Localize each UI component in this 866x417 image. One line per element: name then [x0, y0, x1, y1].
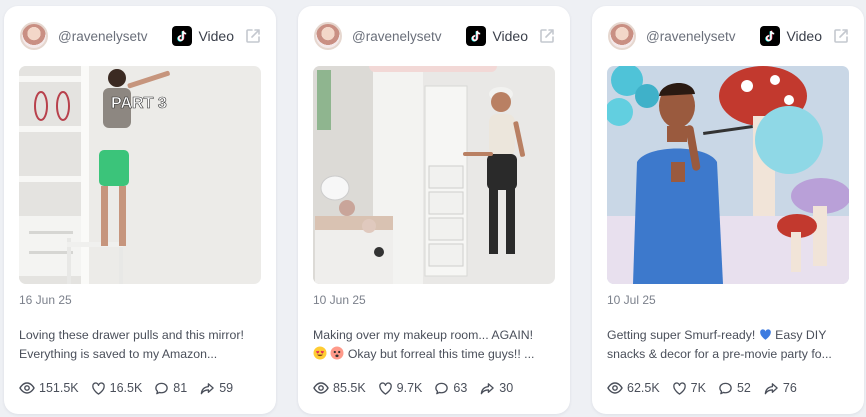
- external-link-icon[interactable]: [244, 27, 262, 45]
- tiktok-icon: [172, 26, 193, 46]
- card-header: @ravenelysetv Video: [20, 20, 262, 52]
- video-thumbnail[interactable]: [313, 66, 555, 284]
- avatar[interactable]: [314, 22, 342, 50]
- comment-icon: [435, 382, 449, 394]
- share-icon: [200, 382, 214, 394]
- shares-count: 59: [219, 381, 234, 395]
- post-stats: 62.5K 7K 52 76: [607, 380, 809, 396]
- views-stat: 62.5K: [607, 380, 660, 396]
- shares-stat: 76: [763, 381, 797, 396]
- caption-line: Making over my makeup room... AGAIN!: [313, 328, 534, 342]
- views-count: 151.5K: [39, 381, 79, 395]
- share-icon: [481, 382, 495, 394]
- shares-stat: 30: [479, 381, 513, 396]
- blue-heart-emoji-icon: [759, 329, 771, 340]
- video-thumbnail[interactable]: [607, 66, 849, 284]
- views-stat: 85.5K: [313, 380, 366, 396]
- eye-icon: [19, 382, 35, 394]
- caption-text: Easy DIY: [775, 328, 827, 342]
- eye-icon: [313, 382, 329, 394]
- creator-handle[interactable]: @ravenelysetv: [646, 29, 760, 44]
- comments-stat: 81: [154, 381, 187, 396]
- comment-icon: [155, 382, 169, 394]
- comments-count: 81: [173, 381, 188, 395]
- caption-line: snacks & decor for a pre-movie party fo.…: [607, 347, 832, 361]
- share-icon: [764, 382, 778, 394]
- heart-eyes-emoji-icon: [313, 346, 327, 360]
- caption-line: Everything is saved to my Amazon...: [19, 347, 218, 361]
- likes-stat: 9.7K: [378, 381, 423, 396]
- content-type-label: Video: [786, 28, 822, 44]
- shares-stat: 59: [199, 381, 233, 396]
- post-card[interactable]: @ravenelysetv Video: [298, 6, 570, 414]
- caption-line: Okay but forreal this time guys!! ...: [313, 345, 559, 364]
- face-emoji-icon: [330, 346, 344, 360]
- post-stats: 151.5K 16.5K 81 59: [19, 380, 245, 396]
- caption-text: Getting super Smurf-ready!: [607, 328, 756, 342]
- content-type-label: Video: [198, 28, 234, 44]
- avatar[interactable]: [608, 22, 636, 50]
- post-date: 10 Jul 25: [607, 293, 656, 307]
- views-count: 85.5K: [333, 381, 366, 395]
- likes-stat: 7K: [672, 381, 706, 396]
- tiktok-icon: [466, 26, 487, 46]
- overlay-text: PART 3: [111, 95, 167, 112]
- creator-handle[interactable]: @ravenelysetv: [58, 29, 172, 44]
- comments-stat: 52: [718, 381, 751, 396]
- heart-icon: [672, 381, 686, 395]
- heart-icon: [378, 381, 392, 395]
- shares-count: 30: [499, 381, 514, 395]
- card-header: @ravenelysetv Video: [314, 20, 556, 52]
- creator-handle[interactable]: @ravenelysetv: [352, 29, 466, 44]
- likes-count: 9.7K: [396, 381, 423, 395]
- post-date: 16 Jun 25: [19, 293, 72, 307]
- caption-text: Okay but forreal this time guys!! ...: [347, 347, 535, 361]
- eye-icon: [607, 382, 623, 394]
- comments-count: 63: [453, 381, 468, 395]
- post-caption: Making over my makeup room... AGAIN! Oka…: [313, 326, 559, 364]
- card-header: @ravenelysetv Video: [608, 20, 850, 52]
- tiktok-icon: [760, 26, 781, 46]
- likes-count: 16.5K: [109, 381, 143, 395]
- heart-icon: [91, 381, 105, 395]
- post-caption: Loving these drawer pulls and this mirro…: [19, 326, 265, 364]
- post-card[interactable]: @ravenelysetv Video: [4, 6, 276, 414]
- likes-count: 7K: [690, 381, 706, 395]
- external-link-icon[interactable]: [538, 27, 556, 45]
- external-link-icon[interactable]: [832, 27, 850, 45]
- post-stats: 85.5K 9.7K 63 30: [313, 380, 525, 396]
- comments-count: 52: [736, 381, 751, 395]
- avatar[interactable]: [20, 22, 48, 50]
- caption-line: Getting super Smurf-ready! Easy DIY: [607, 326, 853, 345]
- views-stat: 151.5K: [19, 380, 79, 396]
- caption-line: Loving these drawer pulls and this mirro…: [19, 328, 244, 342]
- shares-count: 76: [782, 381, 797, 395]
- comments-stat: 63: [434, 381, 467, 396]
- likes-stat: 16.5K: [91, 381, 143, 396]
- video-thumbnail[interactable]: PART 3: [19, 66, 261, 284]
- post-date: 10 Jun 25: [313, 293, 366, 307]
- content-type-label: Video: [492, 28, 528, 44]
- post-caption: Getting super Smurf-ready! Easy DIY snac…: [607, 326, 853, 364]
- comment-icon: [719, 382, 732, 394]
- views-count: 62.5K: [627, 381, 660, 395]
- post-card[interactable]: @ravenelysetv Video: [592, 6, 864, 414]
